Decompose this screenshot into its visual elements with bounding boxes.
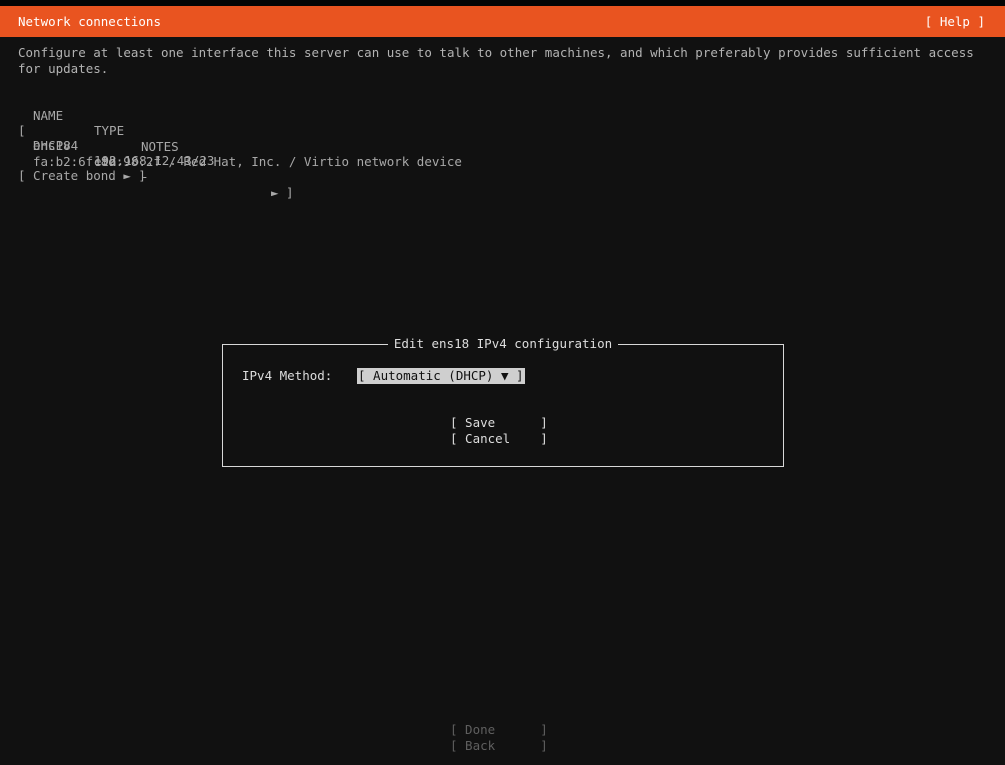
intro-text: Configure at least one interface this se… [18, 45, 974, 76]
dialog-title: Edit ens18 IPv4 configuration [387, 336, 619, 351]
edit-ipv4-dialog: Edit ens18 IPv4 configuration IPv4 Metho… [222, 336, 784, 467]
header-bar: Network connections [ Help ] [0, 6, 1005, 37]
back-button[interactable]: [ Back ] [450, 738, 548, 754]
interface-row-ens18[interactable]: [ ens18 eth - ► ] [18, 107, 298, 200]
ipv4-method-select[interactable]: [ Automatic (DHCP) ▼ ] [357, 368, 525, 384]
save-button[interactable]: [ Save ] [450, 415, 548, 431]
done-button[interactable]: [ Done ] [450, 722, 548, 738]
page-title: Network connections [18, 14, 161, 29]
cancel-button[interactable]: [ Cancel ] [450, 431, 548, 447]
installer-screen: Network connections [ Help ] Configure a… [0, 0, 1005, 765]
interface-hardware-row: fa:b2:6f:8d:98:2f / Red Hat, Inc. / Virt… [18, 138, 462, 169]
hardware-info-text: fa:b2:6f:8d:98:2f / Red Hat, Inc. / Virt… [33, 153, 462, 169]
dialog-title-bar: Edit ens18 IPv4 configuration [223, 336, 783, 352]
table-header-row: NAME TYPE NOTES [18, 92, 179, 154]
interface-menu-arrow-icon: ► ] [271, 184, 294, 200]
interface-ipv4-row: DHCPv4 192.168.12.43/23 [18, 122, 214, 169]
help-button[interactable]: [ Help ] [925, 14, 985, 30]
create-bond-button[interactable]: [ Create bond ► ] [18, 168, 146, 184]
column-header-notes: NOTES [141, 138, 179, 154]
ipv4-method-label: IPv4 Method: [242, 368, 333, 383]
column-header-type: TYPE [94, 123, 125, 138]
